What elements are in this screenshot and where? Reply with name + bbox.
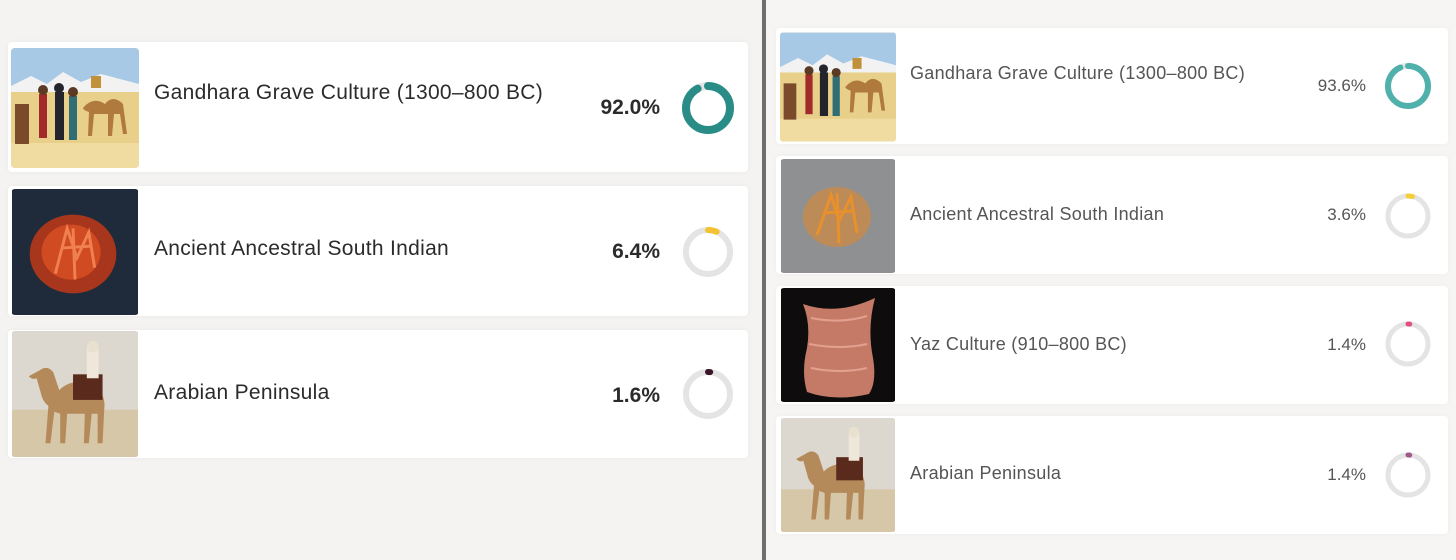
result-percent: 1.4%: [1327, 335, 1366, 354]
donut-chart: [683, 227, 733, 277]
donut-chart: [1385, 193, 1431, 239]
donut-track: [1385, 452, 1431, 498]
donut-chart: [1385, 63, 1431, 109]
donut-chart: [1385, 452, 1431, 498]
caravan-thumbnail: [11, 48, 139, 168]
petroglyph-thumbnail: [780, 159, 896, 273]
result-percent: 93.6%: [1317, 76, 1366, 95]
donut-track: [683, 227, 733, 277]
result-percent: 6.4%: [612, 240, 660, 263]
result-card[interactable]: Ancient Ancestral South Indian 3.6%: [776, 156, 1448, 274]
caravan-thumbnail: [780, 32, 896, 142]
ceramic-vessel-thumbnail: [780, 288, 896, 402]
donut-chart: [682, 82, 734, 134]
result-card[interactable]: Yaz Culture (910–800 BC) 1.4%: [776, 286, 1448, 404]
left-panel: Gandhara Grave Culture (1300–800 BC) 92.…: [0, 0, 762, 560]
donut-track: [683, 369, 733, 419]
result-label: Ancient Ancestral South Indian: [154, 237, 450, 260]
result-card[interactable]: Arabian Peninsula 1.6%: [8, 330, 748, 458]
donut-chart: [1385, 321, 1431, 367]
petroglyph-thumbnail: [11, 189, 139, 315]
right-panel: Gandhara Grave Culture (1300–800 BC) 93.…: [766, 0, 1456, 560]
result-label: Yaz Culture (910–800 BC): [910, 334, 1127, 354]
result-label: Arabian Peninsula: [910, 463, 1062, 483]
result-percent: 92.0%: [600, 96, 660, 119]
result-percent: 3.6%: [1327, 205, 1366, 224]
camel-rider-thumbnail: [780, 418, 896, 532]
donut-arc: [682, 82, 734, 134]
result-label: Arabian Peninsula: [154, 381, 330, 404]
result-percent: 1.6%: [612, 384, 660, 407]
result-label: Gandhara Grave Culture (1300–800 BC): [910, 63, 1245, 83]
camel-rider-thumbnail: [11, 331, 139, 457]
result-card[interactable]: Gandhara Grave Culture (1300–800 BC) 93.…: [776, 28, 1448, 144]
result-card[interactable]: Arabian Peninsula 1.4%: [776, 416, 1448, 534]
result-label: Ancient Ancestral South Indian: [910, 204, 1165, 224]
donut-arc: [1385, 63, 1431, 109]
result-percent: 1.4%: [1327, 465, 1366, 484]
donut-track: [1385, 321, 1431, 367]
donut-chart: [683, 369, 733, 419]
result-card[interactable]: Ancient Ancestral South Indian 6.4%: [8, 186, 748, 316]
result-label: Gandhara Grave Culture (1300–800 BC): [154, 81, 544, 104]
result-card[interactable]: Gandhara Grave Culture (1300–800 BC) 92.…: [8, 42, 748, 172]
donut-track: [1385, 193, 1431, 239]
